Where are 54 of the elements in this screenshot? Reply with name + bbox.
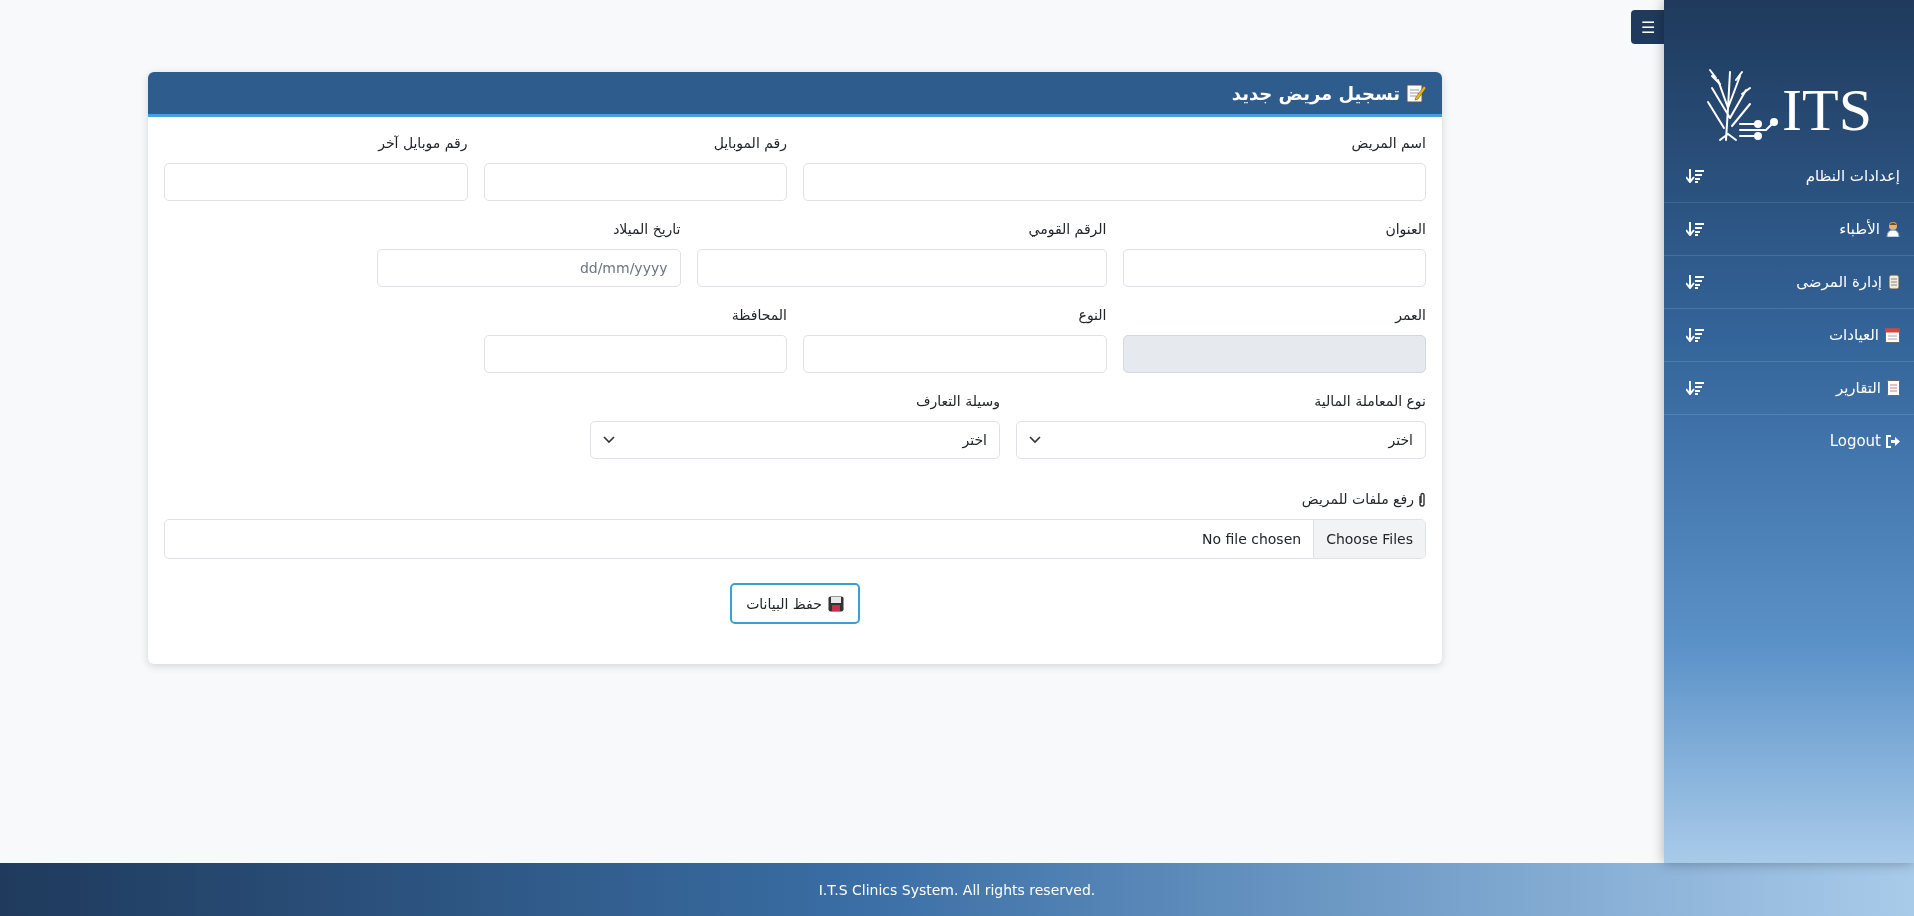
menu-toggle-button[interactable]: ☰	[1631, 10, 1664, 44]
menu-label: العيادات	[1828, 326, 1879, 344]
chevron-down-icon	[603, 436, 615, 444]
file-status-text: No file chosen	[1200, 531, 1303, 547]
text-input-field[interactable]	[483, 335, 787, 373]
menu-label: إعدادات النظام	[1805, 167, 1900, 185]
copyright-text: I.T.S Clinics System. All rights reserved.	[818, 881, 1096, 898]
field-label: نوع المعاملة المالية	[1314, 393, 1426, 412]
field-label: وسيلة التعارف	[916, 393, 1000, 412]
field-label: النوع	[1078, 307, 1107, 326]
logout-link[interactable]: Logout	[1664, 415, 1914, 467]
sort-down-icon	[1686, 381, 1704, 395]
logo-text: ITS	[1782, 80, 1872, 142]
text-input-field[interactable]	[483, 163, 787, 201]
choose-files-button[interactable]: Choose Files	[1313, 520, 1425, 558]
form-title: تسجيل مريض جديد	[1231, 82, 1400, 104]
sort-down-icon	[1686, 328, 1704, 342]
memo-icon	[1406, 83, 1426, 103]
date-input-field[interactable]: dd/mm/yyyy	[377, 249, 681, 287]
sidebar-menu-item[interactable]: العيادات	[1664, 309, 1914, 362]
upload-label: رفع ملفات للمريض	[1301, 491, 1414, 507]
field-label: المحافظة	[731, 307, 787, 325]
doctor-icon	[1886, 221, 1900, 237]
sidebar-menu-item[interactable]: الأطباء	[1664, 203, 1914, 256]
menu-label: التقارير	[1835, 379, 1881, 397]
document-icon	[1887, 380, 1900, 396]
sidebar-menu-item[interactable]: إعدادات النظام	[1664, 150, 1914, 203]
text-input-field[interactable]	[803, 335, 1107, 373]
sort-down-icon	[1686, 275, 1704, 289]
sidebar-menu-item[interactable]: إدارة المرضى	[1664, 256, 1914, 309]
field-label: الرقم القومي	[1028, 221, 1107, 240]
field-label: العمر	[1395, 307, 1426, 326]
select-dropdown[interactable]: اختر	[590, 421, 1000, 459]
paperclip-icon	[1418, 491, 1426, 507]
calendar-icon	[1885, 327, 1900, 343]
scroll-icon	[1888, 274, 1900, 290]
field-label: العنوان	[1385, 221, 1426, 240]
field-label: تاريخ الميلاد	[613, 221, 681, 240]
text-input-field[interactable]	[803, 163, 1426, 201]
text-input-field[interactable]	[696, 249, 1107, 287]
text-input-field[interactable]	[1122, 249, 1426, 287]
menu-label: إدارة المرضى	[1796, 273, 1882, 291]
select-dropdown[interactable]: اختر	[1016, 421, 1426, 459]
sidebar-menu-item[interactable]: التقارير	[1664, 362, 1914, 415]
menu-label: الأطباء	[1839, 220, 1880, 238]
chevron-down-icon	[1029, 436, 1041, 444]
sign-out-icon	[1885, 434, 1900, 448]
text-input-field[interactable]	[164, 163, 468, 201]
field-label: اسم المريض	[1351, 135, 1426, 154]
sort-down-icon	[1686, 169, 1704, 183]
field-label: رقم موبايل آخر	[378, 135, 468, 154]
save-button[interactable]: حفظ البيانات	[730, 583, 860, 624]
field-label: رقم الموبايل	[713, 135, 787, 154]
sort-down-icon	[1686, 222, 1704, 236]
